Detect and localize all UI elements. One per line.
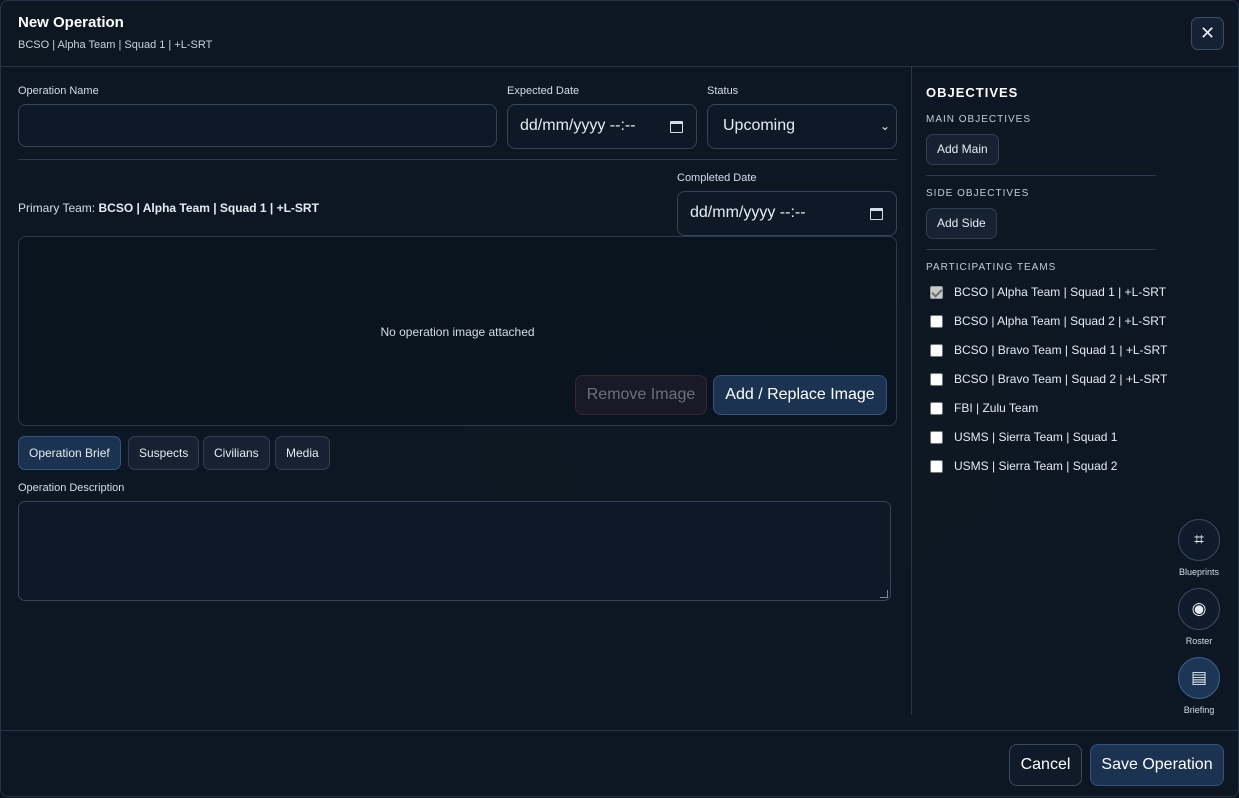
calendar-icon[interactable] (670, 121, 683, 133)
team-checkbox[interactable] (930, 431, 943, 444)
status-label: Status (707, 85, 739, 97)
primary-team-label: Primary Team: (18, 201, 96, 215)
document-icon: ▤ (1190, 668, 1208, 687)
completed-date-label: Completed Date (677, 172, 757, 184)
save-operation-button[interactable]: Save Operation (1090, 744, 1224, 786)
team-checkbox[interactable] (930, 373, 943, 386)
close-button[interactable]: ✕ (1191, 17, 1224, 50)
objectives-title: OBJECTIVES (926, 85, 1019, 100)
hash-icon: ⌗ (1194, 530, 1204, 549)
primary-team: Primary Team: BCSO | Alpha Team | Squad … (18, 201, 319, 215)
side-panel-divider (911, 67, 912, 715)
objectives-divider (926, 249, 1156, 250)
resize-grip-icon[interactable] (880, 590, 888, 598)
close-icon: ✕ (1199, 23, 1216, 43)
expected-date-input[interactable]: dd/mm/yyyy --:-- (507, 104, 697, 149)
modal-header: New Operation BCSO | Alpha Team | Squad … (1, 1, 1239, 67)
briefing-label: Briefing (1183, 705, 1215, 715)
team-label: BCSO | Bravo Team | Squad 2 | +L-SRT (954, 372, 1168, 386)
team-checkbox[interactable] (930, 344, 943, 357)
completed-date-input[interactable]: dd/mm/yyyy --:-- (677, 191, 897, 236)
add-side-objective-button[interactable]: Add Side (926, 208, 997, 239)
team-checkbox[interactable] (930, 315, 943, 328)
form-divider (18, 159, 897, 160)
participating-teams-heading: PARTICIPATING TEAMS (926, 262, 1057, 273)
blueprints-label: Blueprints (1178, 567, 1220, 577)
side-objectives-heading: SIDE OBJECTIVES (926, 188, 1030, 199)
main-objectives-heading: MAIN OBJECTIVES (926, 114, 1032, 125)
tab-operation-brief[interactable]: Operation Brief (18, 436, 121, 470)
calendar-icon[interactable] (870, 208, 883, 220)
operation-image-area: No operation image attached Remove Image… (18, 236, 897, 426)
record-icon: ◉ (1191, 599, 1207, 618)
modal-title: New Operation (18, 14, 124, 31)
modal-subtitle: BCSO | Alpha Team | Squad 1 | +L-SRT (18, 39, 213, 51)
status-select[interactable]: Upcoming ⌄ (707, 104, 897, 149)
completed-date-placeholder: dd/mm/yyyy --:-- (690, 204, 806, 221)
team-label: FBI | Zulu Team (954, 401, 1039, 415)
team-checkbox[interactable] (930, 286, 943, 299)
team-checkbox[interactable] (930, 460, 943, 473)
tab-civilians[interactable]: Civilians (203, 436, 270, 470)
modal-footer: Cancel Save Operation (1, 730, 1239, 798)
blueprints-button[interactable]: ⌗ (1178, 519, 1220, 561)
roster-label: Roster (1185, 636, 1213, 646)
roster-button[interactable]: ◉ (1178, 588, 1220, 630)
team-label: BCSO | Alpha Team | Squad 2 | +L-SRT (954, 314, 1167, 328)
objectives-divider (926, 175, 1156, 176)
team-checkbox[interactable] (930, 402, 943, 415)
operation-name-label: Operation Name (18, 85, 99, 97)
primary-team-value: BCSO | Alpha Team | Squad 1 | +L-SRT (98, 201, 319, 215)
expected-date-label: Expected Date (507, 85, 580, 97)
status-selected-value: Upcoming (723, 117, 796, 134)
tab-suspects[interactable]: Suspects (128, 436, 200, 470)
operation-name-input[interactable] (18, 104, 497, 147)
team-label: BCSO | Bravo Team | Squad 1 | +L-SRT (954, 343, 1168, 357)
team-label: USMS | Sierra Team | Squad 2 (954, 459, 1118, 473)
no-image-message: No operation image attached (380, 325, 535, 339)
briefing-button[interactable]: ▤ (1178, 657, 1220, 699)
cancel-button[interactable]: Cancel (1009, 744, 1082, 786)
new-operation-modal: New Operation BCSO | Alpha Team | Squad … (0, 0, 1239, 797)
add-replace-image-button[interactable]: Add / Replace Image (713, 375, 887, 415)
tab-media[interactable]: Media (275, 436, 330, 470)
chevron-down-icon: ⌄ (880, 119, 891, 133)
team-label: USMS | Sierra Team | Squad 1 (954, 430, 1118, 444)
team-label: BCSO | Alpha Team | Squad 1 | +L-SRT (954, 285, 1167, 299)
operation-description-textarea[interactable] (18, 501, 891, 601)
add-main-objective-button[interactable]: Add Main (926, 134, 999, 165)
remove-image-button[interactable]: Remove Image (575, 375, 707, 415)
expected-date-placeholder: dd/mm/yyyy --:-- (520, 117, 636, 134)
operation-description-label: Operation Description (18, 482, 125, 494)
